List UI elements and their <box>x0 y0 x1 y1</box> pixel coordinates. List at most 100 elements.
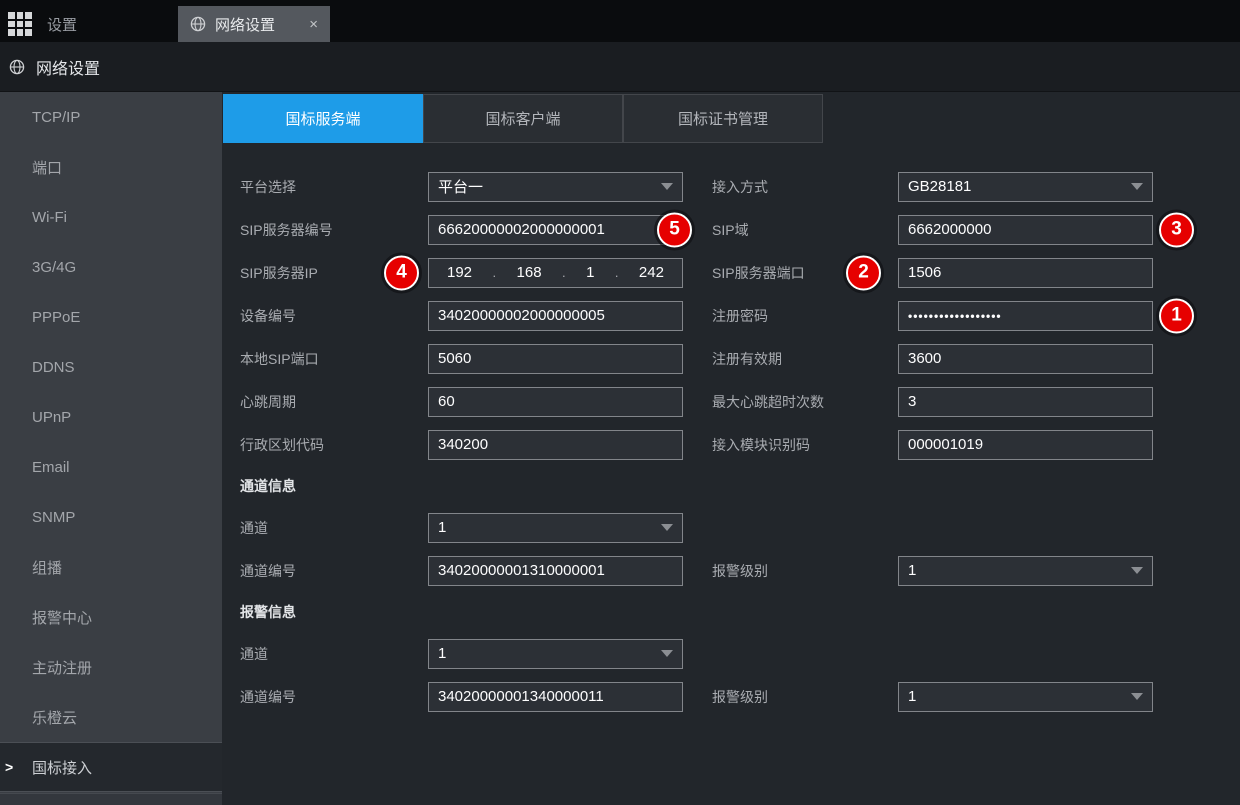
sip-server-id-label: SIP服务器编号 <box>240 220 428 240</box>
alarm-channel-id-label: 通道编号 <box>240 687 428 707</box>
platform-select[interactable]: 平台一 <box>428 172 683 202</box>
platform-value: 平台一 <box>438 176 483 197</box>
alarm-channel-label: 通道 <box>240 644 428 664</box>
platform-label: 平台选择 <box>240 177 428 197</box>
tab-network-settings[interactable]: 网络设置 × <box>178 6 330 42</box>
alarm-channel-select[interactable]: 1 <box>428 639 683 669</box>
sidebar-item-pppoe[interactable]: PPPoE <box>0 292 222 342</box>
globe-icon <box>190 16 206 32</box>
channel-id-input[interactable]: 34020000001310000001 <box>428 556 683 586</box>
tab-gb-client[interactable]: 国标客户端 <box>423 94 623 143</box>
tab-settings-home[interactable]: 设置 <box>0 6 178 42</box>
sidebar-item-label: TCP/IP <box>32 109 80 126</box>
admin-region-code-value: 340200 <box>438 436 488 453</box>
sidebar-item-auto-register[interactable]: 主动注册 <box>0 642 222 692</box>
sip-server-port-input[interactable]: 1506 <box>898 258 1153 288</box>
channel-value: 1 <box>438 519 446 536</box>
register-password-input[interactable]: •••••••••••••••••• <box>898 301 1153 331</box>
max-heartbeat-timeout-value: 3 <box>908 393 916 410</box>
ip-octet-2[interactable]: 168 <box>517 264 542 281</box>
ip-separator: . <box>615 265 619 280</box>
sidebar-bottom-strip <box>0 793 222 805</box>
sidebar-item-3g4g[interactable]: 3G/4G <box>0 242 222 292</box>
ip-octet-1[interactable]: 192 <box>447 264 472 281</box>
sidebar-item-upnp[interactable]: UPnP <box>0 392 222 442</box>
sidebar-item-lechange-cloud[interactable]: 乐橙云 <box>0 692 222 742</box>
sidebar-item-label: 组播 <box>32 557 62 578</box>
ip-separator: . <box>492 265 496 280</box>
access-type-value: GB28181 <box>908 178 971 195</box>
window-tab-bar: 设置 网络设置 × <box>0 0 1240 42</box>
sidebar-item-port[interactable]: 端口 <box>0 142 222 192</box>
sidebar-item-label: 主动注册 <box>32 657 92 678</box>
alarm-level-value: 1 <box>908 688 916 705</box>
sip-domain-input[interactable]: 6662000000 <box>898 215 1153 245</box>
register-password-label: 注册密码 <box>712 306 898 326</box>
max-heartbeat-timeout-input[interactable]: 3 <box>898 387 1153 417</box>
sidebar: TCP/IP 端口 Wi-Fi 3G/4G PPPoE DDNS UPnP Em… <box>0 92 222 805</box>
heartbeat-period-input[interactable]: 60 <box>428 387 683 417</box>
access-module-id-input[interactable]: 000001019 <box>898 430 1153 460</box>
sidebar-item-gb-access[interactable]: > 国标接入 <box>0 742 222 792</box>
callout-badge-3: 3 <box>1159 212 1194 247</box>
callout-badge-4: 4 <box>384 255 419 290</box>
chevron-down-icon <box>1131 183 1143 190</box>
alarm-channel-id-value: 34020000001340000011 <box>438 688 604 705</box>
page-header: 网络设置 <box>0 42 1240 92</box>
channel-id-value: 34020000001310000001 <box>438 562 605 579</box>
alarm-level-label: 报警级别 <box>712 687 898 707</box>
sidebar-item-label: UPnP <box>32 409 71 426</box>
chevron-down-icon <box>1131 567 1143 574</box>
sip-server-id-input[interactable]: 66620000002000000001 <box>428 215 683 245</box>
close-icon[interactable]: × <box>309 16 318 33</box>
channel-id-label: 通道编号 <box>240 561 428 581</box>
sip-server-ip-input[interactable]: 192 . 168 . 1 . 242 <box>428 258 683 288</box>
sidebar-item-label: 乐橙云 <box>32 707 77 728</box>
grid-icon <box>8 12 32 36</box>
channel-info-section-title: 通道信息 <box>222 466 1240 506</box>
callout-badge-2: 2 <box>846 255 881 290</box>
alarm-channel-id-input[interactable]: 34020000001340000011 <box>428 682 683 712</box>
heartbeat-period-label: 心跳周期 <box>240 392 428 412</box>
sip-server-id-value: 66620000002000000001 <box>438 221 605 238</box>
channel-alarm-level-select[interactable]: 1 <box>898 556 1153 586</box>
access-type-select[interactable]: GB28181 <box>898 172 1153 202</box>
channel-select[interactable]: 1 <box>428 513 683 543</box>
local-sip-port-input[interactable]: 5060 <box>428 344 683 374</box>
device-id-label: 设备编号 <box>240 306 428 326</box>
sidebar-item-multicast[interactable]: 组播 <box>0 542 222 592</box>
device-id-value: 34020000002000000005 <box>438 307 605 324</box>
sidebar-item-wifi[interactable]: Wi-Fi <box>0 192 222 242</box>
chevron-down-icon <box>661 524 673 531</box>
sip-domain-value: 6662000000 <box>908 221 991 238</box>
globe-icon <box>9 59 25 75</box>
gb-tab-row: 国标服务端 国标客户端 国标证书管理 <box>223 94 1240 143</box>
home-tab-label: 设置 <box>47 14 77 35</box>
ip-octet-3[interactable]: 1 <box>586 264 594 281</box>
max-heartbeat-timeout-label: 最大心跳超时次数 <box>712 392 898 412</box>
sidebar-item-snmp[interactable]: SNMP <box>0 492 222 542</box>
sidebar-item-tcpip[interactable]: TCP/IP <box>0 92 222 142</box>
sidebar-item-email[interactable]: Email <box>0 442 222 492</box>
sidebar-item-label: DDNS <box>32 359 75 376</box>
access-module-id-label: 接入模块识别码 <box>712 435 898 455</box>
callout-badge-5: 5 <box>657 212 692 247</box>
sidebar-item-alarm-center[interactable]: 报警中心 <box>0 592 222 642</box>
sidebar-item-ddns[interactable]: DDNS <box>0 342 222 392</box>
access-type-label: 接入方式 <box>712 177 898 197</box>
channel-alarm-level-value: 1 <box>908 562 916 579</box>
ip-octet-4[interactable]: 242 <box>639 264 664 281</box>
chevron-down-icon <box>661 183 673 190</box>
register-valid-input[interactable]: 3600 <box>898 344 1153 374</box>
admin-region-code-input[interactable]: 340200 <box>428 430 683 460</box>
chevron-down-icon <box>661 650 673 657</box>
device-id-input[interactable]: 34020000002000000005 <box>428 301 683 331</box>
tab-gb-cert-manage[interactable]: 国标证书管理 <box>623 94 823 143</box>
chevron-right-icon: > <box>5 759 13 775</box>
alarm-info-section-title: 报警信息 <box>222 592 1240 632</box>
gb-access-panel: 国标服务端 国标客户端 国标证书管理 平台选择 平台一 接入方式 GB28181 <box>222 92 1240 805</box>
tab-gb-server[interactable]: 国标服务端 <box>223 94 423 143</box>
alarm-level-select[interactable]: 1 <box>898 682 1153 712</box>
local-sip-port-value: 5060 <box>438 350 471 367</box>
channel-alarm-level-label: 报警级别 <box>712 561 898 581</box>
